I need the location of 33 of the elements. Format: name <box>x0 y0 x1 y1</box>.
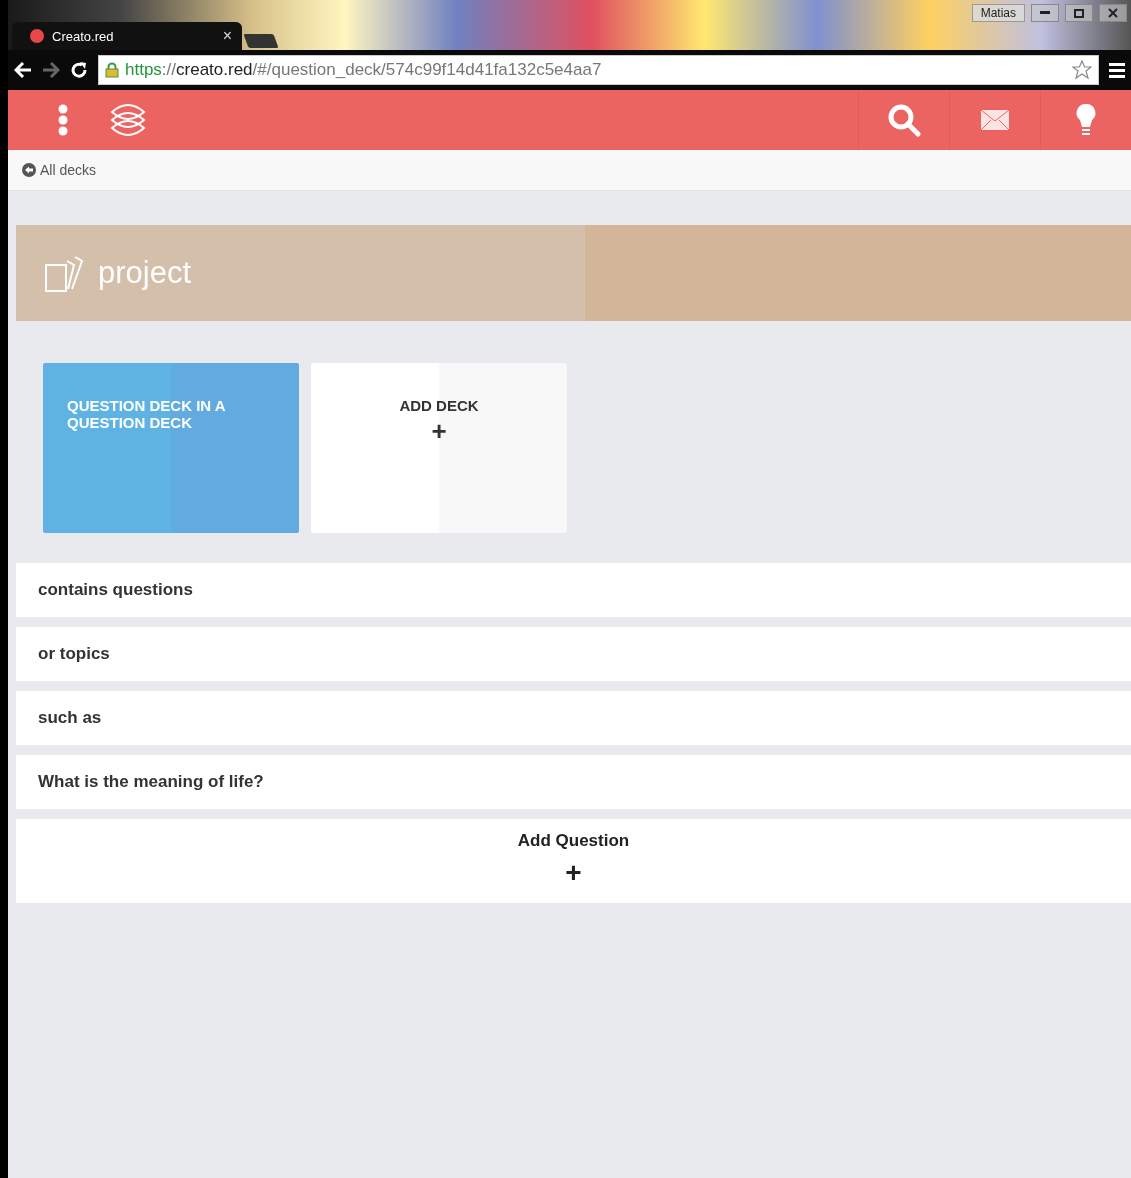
back-arrow-icon <box>22 163 36 177</box>
maximize-button[interactable] <box>1065 4 1093 22</box>
close-icon <box>1108 8 1118 18</box>
browser-tab[interactable]: Creato.red × <box>12 22 242 50</box>
question-item[interactable]: such as <box>16 691 1131 745</box>
url-text: https://creato.red/#/question_deck/574c99f14d41fa132c5e4aa7 <box>125 60 603 80</box>
star-icon[interactable] <box>1072 60 1092 80</box>
question-item[interactable]: What is the meaning of life? <box>16 755 1131 809</box>
all-decks-link[interactable]: All decks <box>22 162 97 178</box>
logo-icon[interactable] <box>110 102 146 138</box>
question-item[interactable]: or topics <box>16 627 1131 681</box>
add-deck-button[interactable]: ADD DECK + <box>311 363 567 533</box>
deck-title: project <box>98 255 192 291</box>
lock-icon <box>105 62 119 78</box>
tab-close-button[interactable]: × <box>222 27 232 45</box>
back-icon[interactable] <box>14 62 32 78</box>
maximize-icon <box>1074 8 1084 18</box>
search-icon <box>887 103 921 137</box>
more-icon[interactable] <box>58 104 68 136</box>
new-tab-button[interactable] <box>243 34 279 48</box>
menu-icon[interactable] <box>1109 62 1125 78</box>
minimize-button[interactable] <box>1031 4 1059 22</box>
lightbulb-icon <box>1076 103 1096 137</box>
favicon-icon <box>30 29 44 43</box>
profile-button[interactable]: Matias <box>971 4 1025 22</box>
reload-icon[interactable] <box>70 61 88 79</box>
forward-icon[interactable] <box>42 62 60 78</box>
minimize-icon <box>1040 11 1050 15</box>
add-question-button[interactable]: Add Question + <box>16 819 1131 903</box>
question-item[interactable]: contains questions <box>16 563 1131 617</box>
close-button[interactable] <box>1099 4 1127 22</box>
envelope-icon <box>980 109 1010 131</box>
address-field[interactable]: https://creato.red/#/question_deck/574c99f14d41fa132c5e4aa7 <box>98 55 1099 85</box>
